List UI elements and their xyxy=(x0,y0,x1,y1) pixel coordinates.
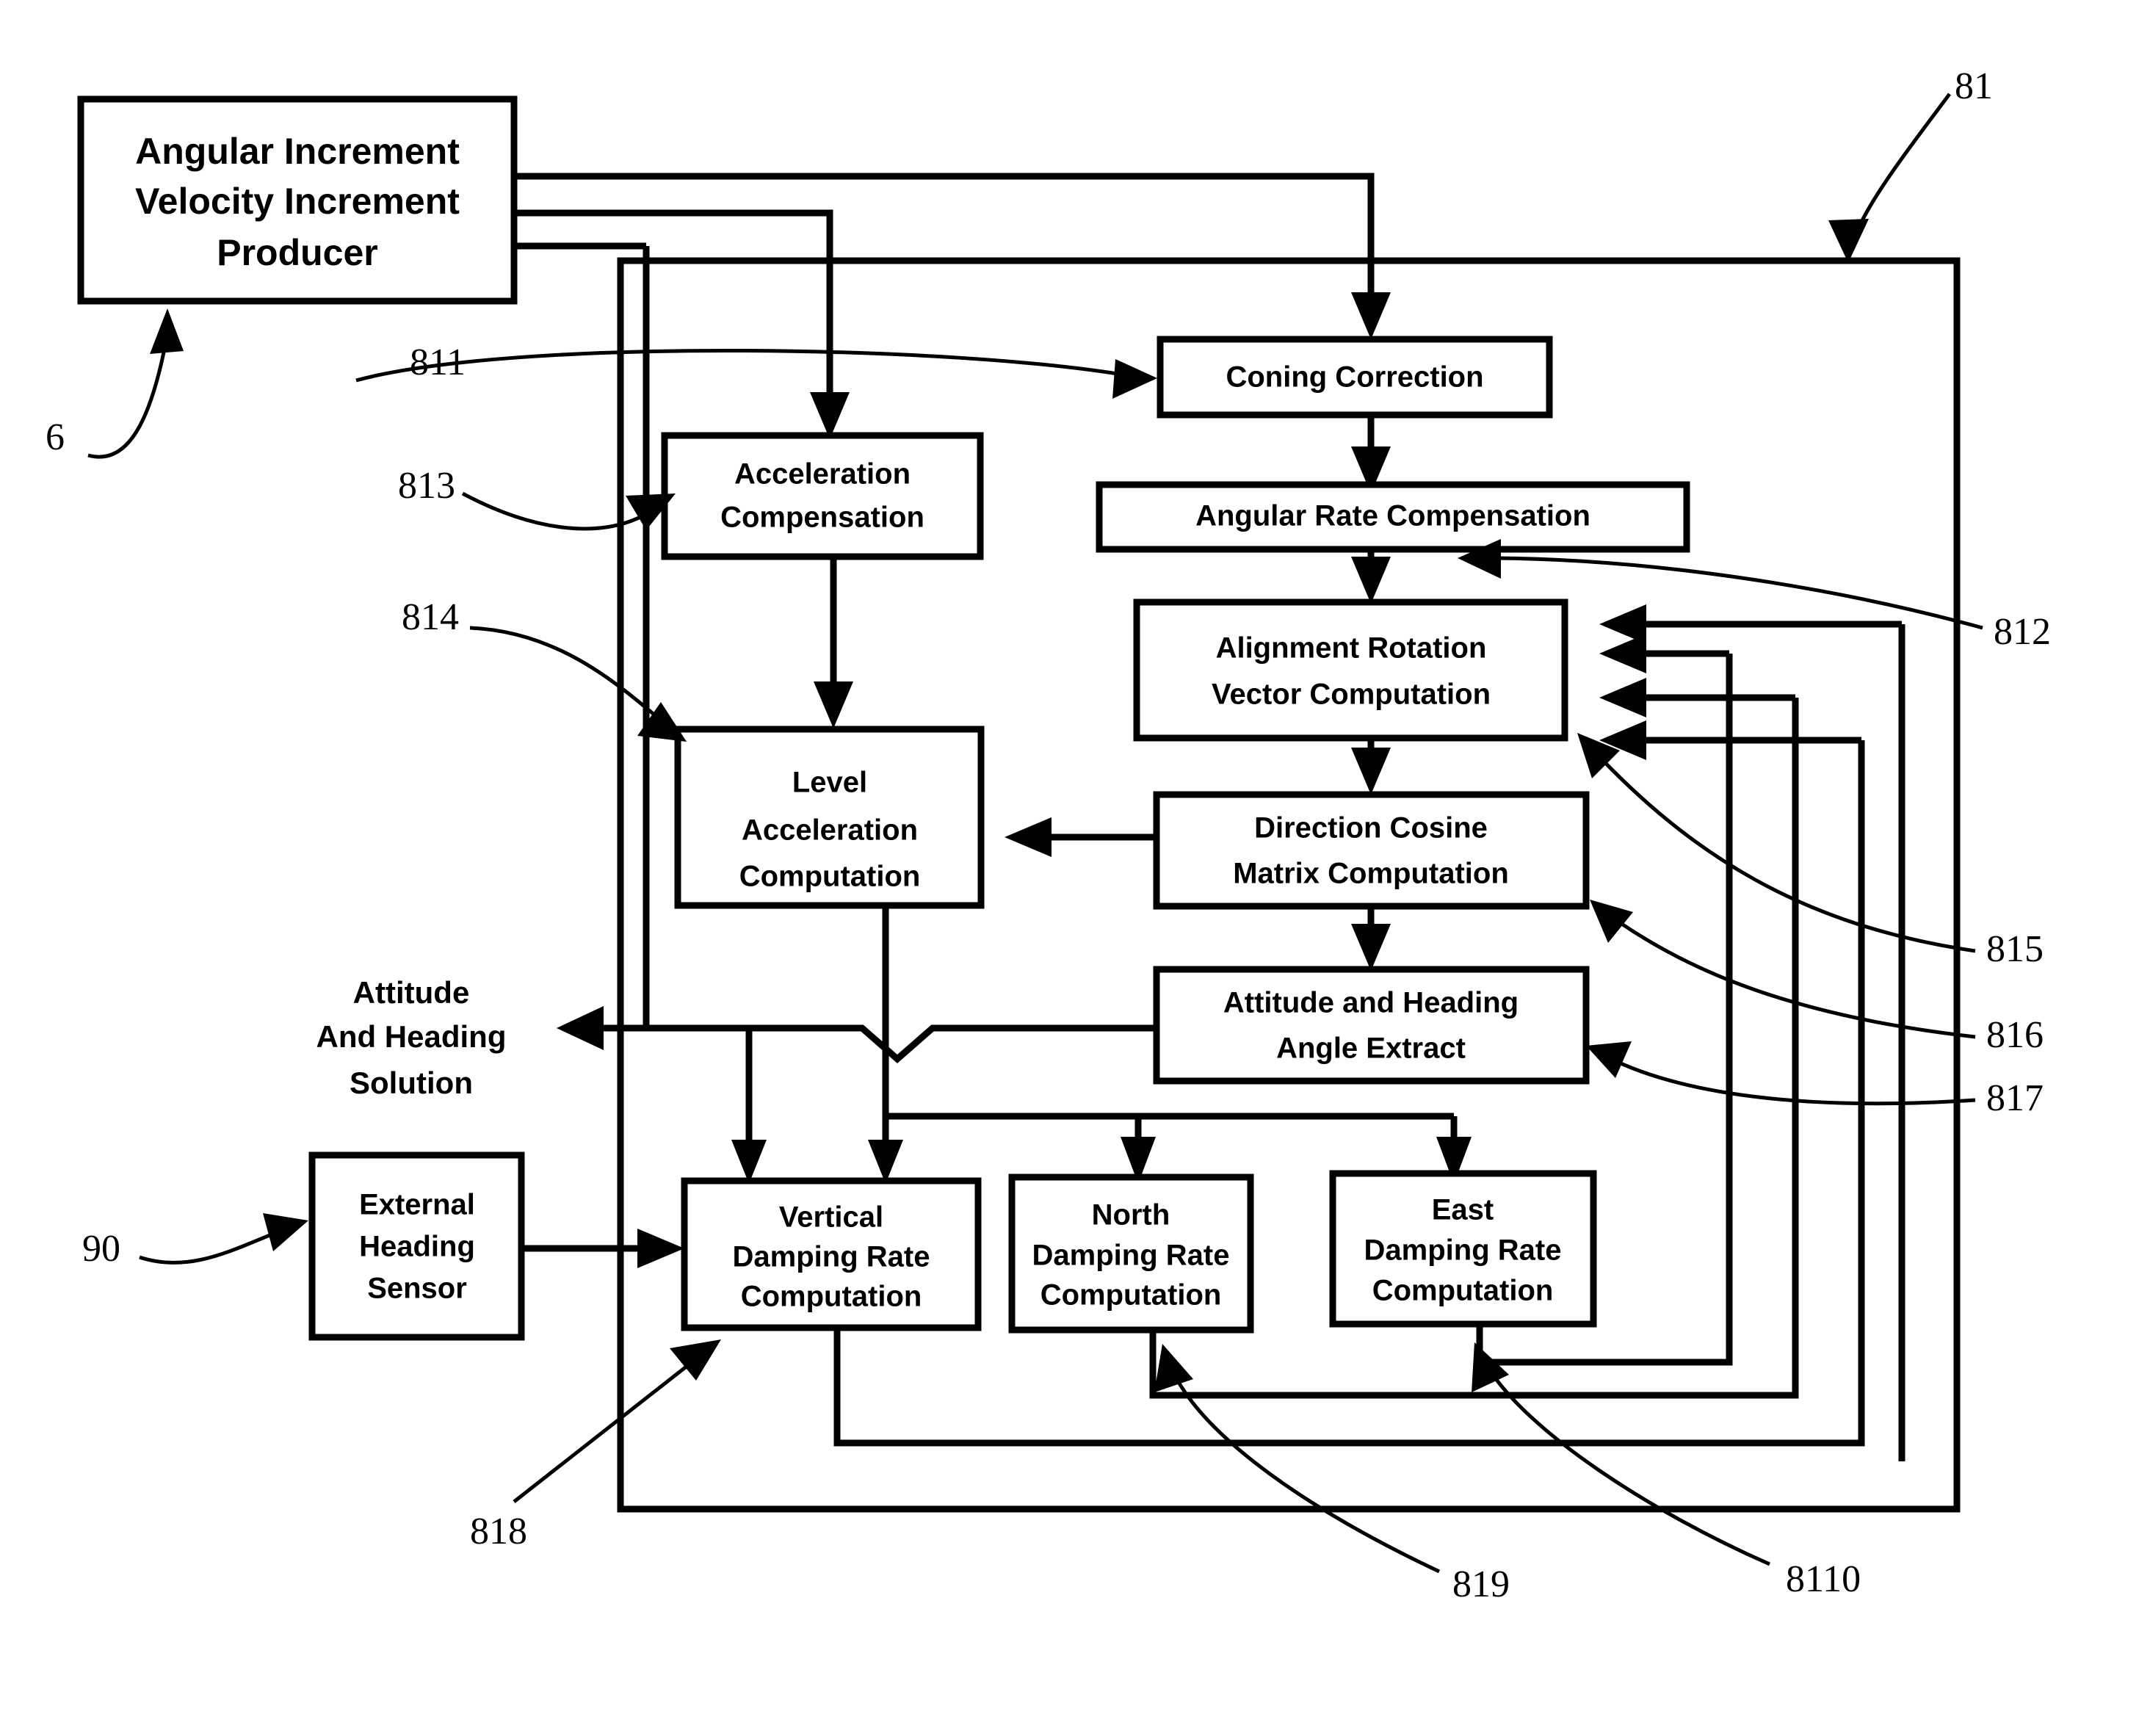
block-external-heading-sensor[interactable]: External Heading Sensor xyxy=(308,1151,525,1341)
ref-90: 90 xyxy=(82,1213,308,1270)
ref-816: 816 xyxy=(1590,900,2044,1056)
ref-81-label: 81 xyxy=(1955,65,1993,107)
block-north-damping-line-1: Damping Rate xyxy=(1032,1240,1230,1272)
block-producer-line-2: Producer xyxy=(217,232,378,273)
ref-817: 817 xyxy=(1586,1041,2044,1119)
ref-6: 6 xyxy=(46,308,184,459)
block-alignment-rotation-line-0: Alignment Rotation xyxy=(1216,632,1487,665)
block-acceleration-compensation[interactable]: Acceleration Compensation xyxy=(661,432,984,560)
block-east-damping-line-2: Computation xyxy=(1372,1275,1554,1307)
ref-6-label: 6 xyxy=(46,416,65,458)
ref-814-label: 814 xyxy=(402,596,459,638)
figure-canvas: Angular Increment Velocity Increment Pro… xyxy=(0,0,2139,1736)
block-angular-rate-compensation[interactable]: Angular Rate Compensation xyxy=(1096,481,1690,553)
block-vertical-damping[interactable]: Vertical Damping Rate Computation xyxy=(681,1177,982,1331)
block-producer-line-0: Angular Increment xyxy=(135,131,460,172)
block-vertical-damping-line-1: Damping Rate xyxy=(733,1241,930,1273)
output-solution-line-0: Attitude xyxy=(353,975,470,1010)
annotation-output-solution: Attitude And Heading Solution xyxy=(316,975,507,1100)
ref-813: 813 xyxy=(398,465,676,531)
block-vertical-damping-line-0: Vertical xyxy=(779,1201,883,1234)
ref-816-label: 816 xyxy=(1986,1014,2044,1056)
block-external-heading-sensor-line-0: External xyxy=(359,1189,475,1221)
ref-811: 811 xyxy=(355,341,1157,399)
ref-817-label: 817 xyxy=(1986,1077,2044,1119)
block-east-damping[interactable]: East Damping Rate Computation xyxy=(1329,1170,1597,1328)
ref-819-label: 819 xyxy=(1452,1563,1510,1605)
block-north-damping-line-0: North xyxy=(1092,1199,1170,1232)
block-level-acceleration-line-0: Level xyxy=(792,767,867,799)
block-acceleration-compensation-line-0: Acceleration xyxy=(734,458,911,491)
ref-818: 818 xyxy=(470,1339,721,1552)
block-external-heading-sensor-line-2: Sensor xyxy=(367,1273,467,1305)
block-vertical-damping-line-2: Computation xyxy=(741,1281,922,1313)
block-north-damping[interactable]: North Damping Rate Computation xyxy=(1008,1173,1254,1334)
ref-813-label: 813 xyxy=(398,465,455,507)
block-producer[interactable]: Angular Increment Velocity Increment Pro… xyxy=(77,95,518,305)
block-level-acceleration-line-2: Computation xyxy=(739,861,921,893)
output-solution-line-2: Solution xyxy=(350,1066,473,1100)
block-east-damping-line-0: East xyxy=(1432,1194,1494,1226)
block-east-damping-line-1: Damping Rate xyxy=(1364,1234,1562,1267)
ref-811-label: 811 xyxy=(410,341,466,383)
block-level-acceleration[interactable]: Level Acceleration Computation xyxy=(674,726,985,909)
ref-818-label: 818 xyxy=(470,1511,527,1552)
block-north-damping-line-2: Computation xyxy=(1040,1279,1222,1312)
ref-81: 81 xyxy=(1828,65,1993,263)
block-producer-line-1: Velocity Increment xyxy=(135,181,460,222)
ref-8110-label: 8110 xyxy=(1786,1558,1861,1600)
ref-815: 815 xyxy=(1577,733,2044,970)
block-coning-correction-label: Coning Correction xyxy=(1226,361,1483,394)
output-solution-line-1: And Heading xyxy=(316,1019,507,1054)
block-alignment-rotation[interactable]: Alignment Rotation Vector Computation xyxy=(1133,598,1568,742)
block-external-heading-sensor-line-1: Heading xyxy=(359,1231,475,1263)
ref-815-label: 815 xyxy=(1986,928,2044,970)
block-direction-cosine-line-1: Matrix Computation xyxy=(1233,858,1509,890)
block-direction-cosine[interactable]: Direction Cosine Matrix Computation xyxy=(1153,791,1590,910)
block-angular-rate-compensation-label: Angular Rate Compensation xyxy=(1195,500,1590,532)
block-attitude-heading-extract-line-0: Attitude and Heading xyxy=(1223,987,1519,1019)
ref-90-label: 90 xyxy=(82,1228,120,1270)
block-level-acceleration-line-1: Acceleration xyxy=(742,814,918,847)
block-acceleration-compensation-line-1: Compensation xyxy=(720,502,924,534)
ref-8110: 8110 xyxy=(1472,1342,1861,1600)
ref-819: 819 xyxy=(1154,1344,1510,1605)
ref-812-label: 812 xyxy=(1994,611,2051,653)
block-alignment-rotation-line-1: Vector Computation xyxy=(1212,679,1491,711)
block-direction-cosine-line-0: Direction Cosine xyxy=(1254,812,1488,845)
block-diagram-svg: Angular Increment Velocity Increment Pro… xyxy=(46,65,2051,1605)
block-coning-correction[interactable]: Coning Correction xyxy=(1157,336,1553,419)
block-attitude-heading-extract-line-1: Angle Extract xyxy=(1276,1032,1466,1065)
block-attitude-heading-extract[interactable]: Attitude and Heading Angle Extract xyxy=(1153,966,1590,1085)
